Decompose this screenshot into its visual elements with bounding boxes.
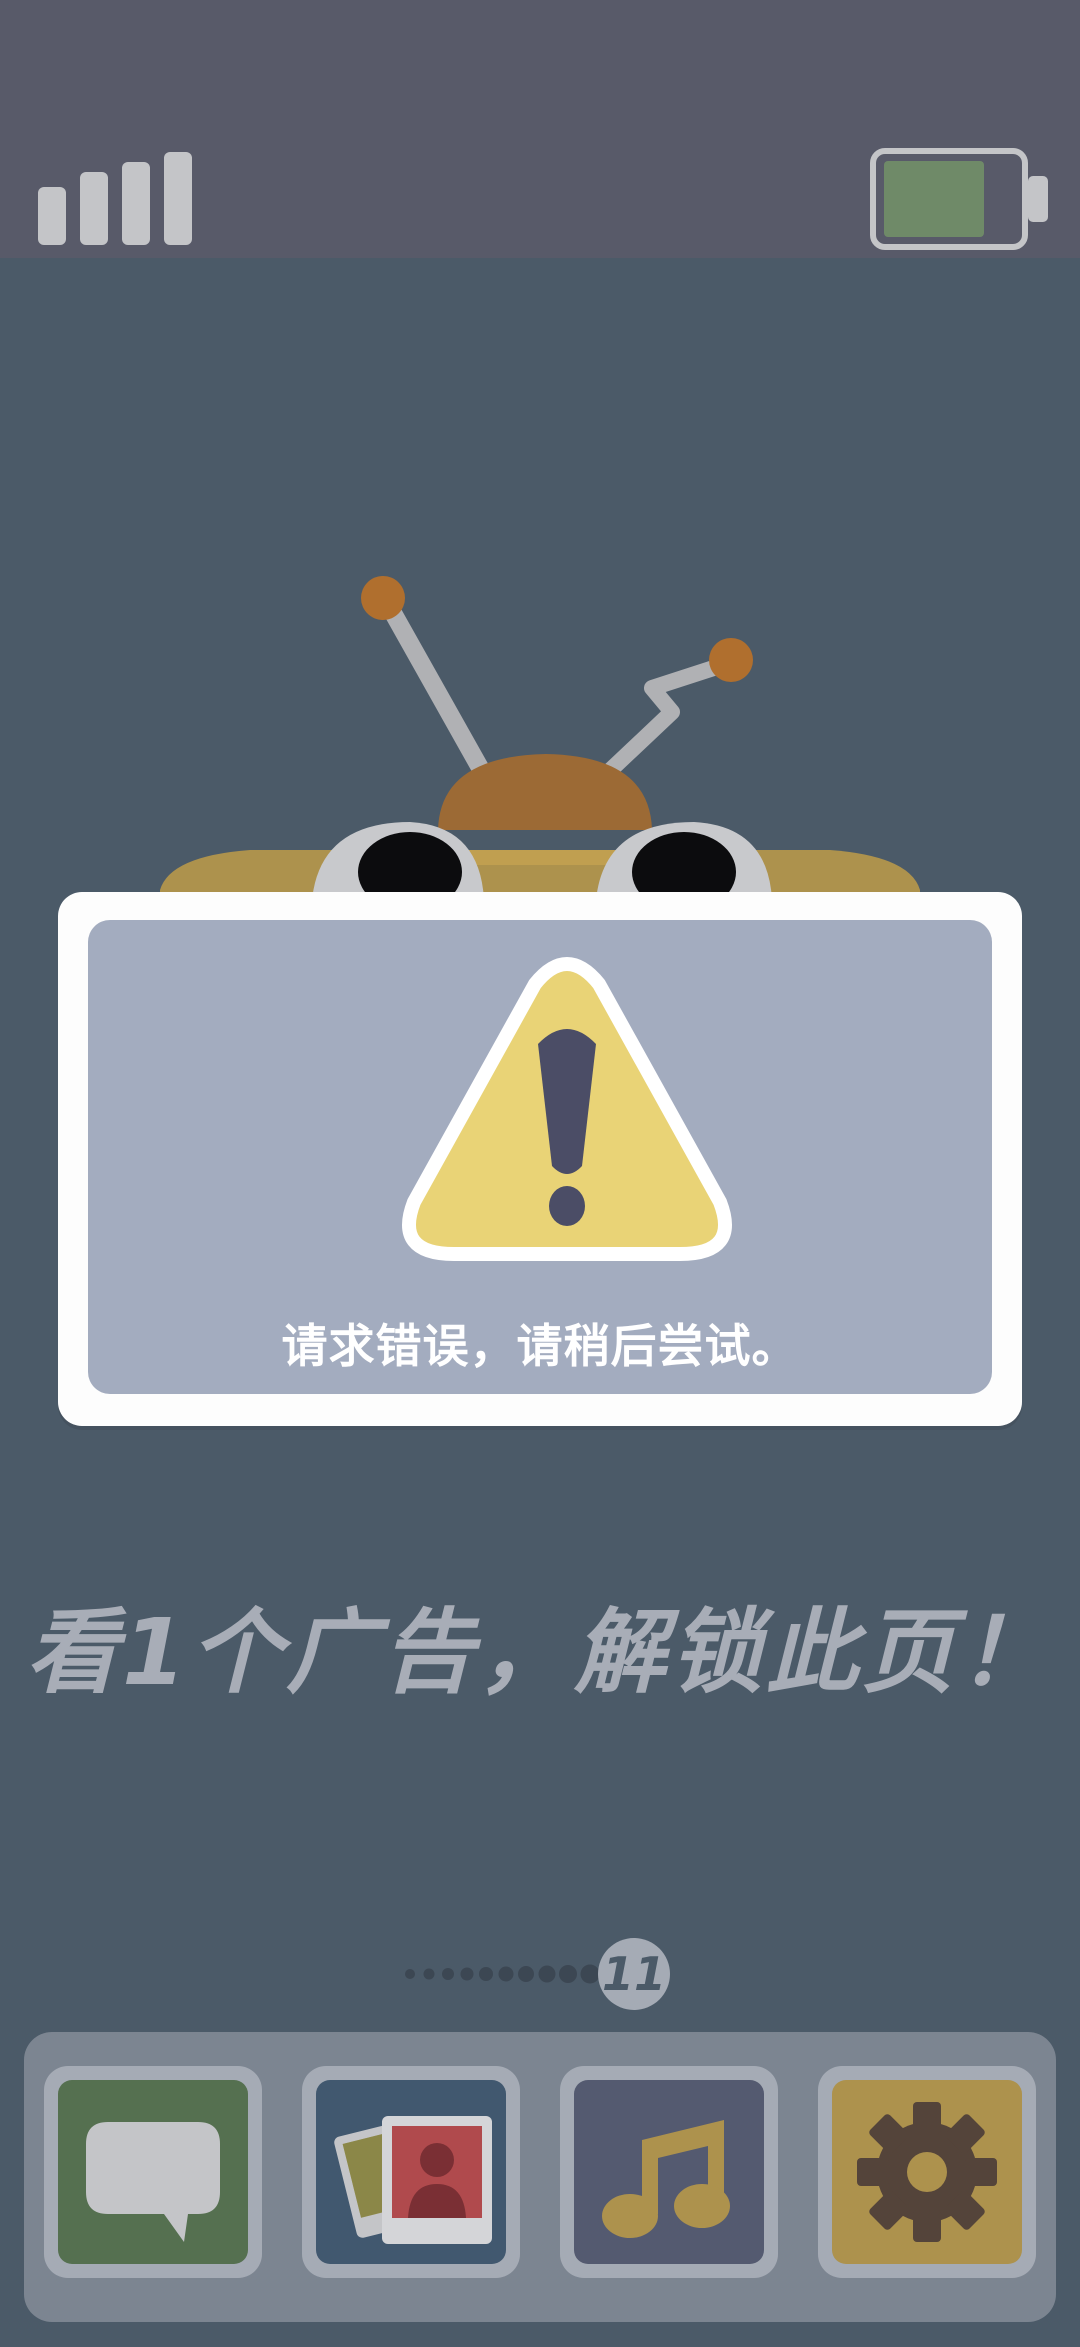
settings-app-button[interactable]	[818, 2066, 1036, 2278]
settings-app-tile	[832, 2080, 1022, 2264]
robot-icon	[160, 576, 920, 920]
warning-icon	[402, 957, 732, 1261]
app-dock	[24, 2032, 1056, 2322]
error-dialog: 请求错误，请稍后尝试。	[58, 892, 1022, 1426]
speech-bubble-icon	[86, 2122, 220, 2242]
photos-icon	[334, 2116, 492, 2244]
status-bar	[0, 0, 1080, 258]
photos-app-button[interactable]	[302, 2066, 520, 2278]
messages-app-button[interactable]	[44, 2066, 262, 2278]
watch-ad-unlock-prompt[interactable]: 看1个广告，解锁此页！	[0, 1578, 1080, 1711]
music-app-button[interactable]	[560, 2066, 778, 2278]
music-app-tile	[574, 2080, 764, 2264]
lock-screen: 请求错误，请稍后尝试。 看1个广告，解锁此页！ 11	[0, 0, 1080, 2347]
messages-app-tile	[58, 2080, 248, 2264]
battery-level-fill	[884, 161, 984, 237]
battery-icon	[870, 148, 1048, 250]
current-page-badge: 11	[598, 1938, 670, 2010]
gear-icon	[857, 2102, 997, 2242]
music-note-icon	[602, 2120, 730, 2238]
signal-bars-icon	[38, 152, 192, 245]
photos-app-tile	[316, 2080, 506, 2264]
error-dialog-panel: 请求错误，请稍后尝试。	[88, 920, 992, 1394]
error-message: 请求错误，请稍后尝试。	[281, 1319, 799, 1373]
